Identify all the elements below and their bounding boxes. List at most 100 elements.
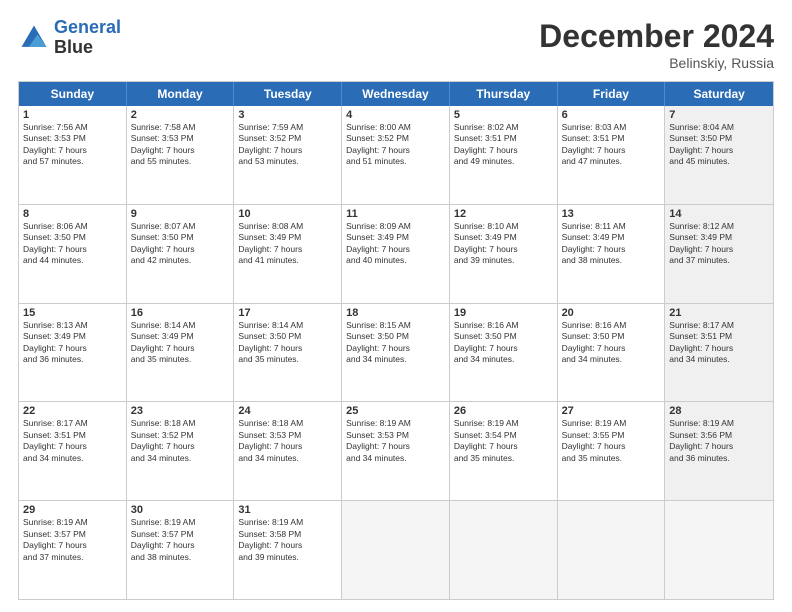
cal-cell: 26Sunrise: 8:19 AM Sunset: 3:54 PM Dayli…: [450, 402, 558, 500]
cal-cell: 11Sunrise: 8:09 AM Sunset: 3:49 PM Dayli…: [342, 205, 450, 303]
cal-cell: 10Sunrise: 8:08 AM Sunset: 3:49 PM Dayli…: [234, 205, 342, 303]
cell-info: Sunrise: 8:02 AM Sunset: 3:51 PM Dayligh…: [454, 122, 553, 168]
day-number: 6: [562, 109, 661, 121]
cell-info: Sunrise: 8:09 AM Sunset: 3:49 PM Dayligh…: [346, 221, 445, 267]
cell-info: Sunrise: 8:19 AM Sunset: 3:56 PM Dayligh…: [669, 418, 769, 464]
calendar-body: 1Sunrise: 7:56 AM Sunset: 3:53 PM Daylig…: [19, 106, 773, 599]
cal-cell: 17Sunrise: 8:14 AM Sunset: 3:50 PM Dayli…: [234, 304, 342, 402]
page: General Blue December 2024 Belinskiy, Ru…: [0, 0, 792, 612]
cell-info: Sunrise: 8:06 AM Sunset: 3:50 PM Dayligh…: [23, 221, 122, 267]
header-day-friday: Friday: [558, 82, 666, 106]
cell-info: Sunrise: 7:58 AM Sunset: 3:53 PM Dayligh…: [131, 122, 230, 168]
week-row-2: 8Sunrise: 8:06 AM Sunset: 3:50 PM Daylig…: [19, 205, 773, 304]
day-number: 23: [131, 405, 230, 417]
cell-info: Sunrise: 8:14 AM Sunset: 3:49 PM Dayligh…: [131, 320, 230, 366]
day-number: 3: [238, 109, 337, 121]
day-number: 15: [23, 307, 122, 319]
cell-info: Sunrise: 7:59 AM Sunset: 3:52 PM Dayligh…: [238, 122, 337, 168]
cal-cell: 5Sunrise: 8:02 AM Sunset: 3:51 PM Daylig…: [450, 106, 558, 204]
header-day-sunday: Sunday: [19, 82, 127, 106]
day-number: 22: [23, 405, 122, 417]
cal-cell: 23Sunrise: 8:18 AM Sunset: 3:52 PM Dayli…: [127, 402, 235, 500]
week-row-1: 1Sunrise: 7:56 AM Sunset: 3:53 PM Daylig…: [19, 106, 773, 205]
day-number: 29: [23, 504, 122, 516]
week-row-5: 29Sunrise: 8:19 AM Sunset: 3:57 PM Dayli…: [19, 501, 773, 599]
cal-cell: 29Sunrise: 8:19 AM Sunset: 3:57 PM Dayli…: [19, 501, 127, 599]
cell-info: Sunrise: 8:17 AM Sunset: 3:51 PM Dayligh…: [669, 320, 769, 366]
cell-info: Sunrise: 8:12 AM Sunset: 3:49 PM Dayligh…: [669, 221, 769, 267]
header-day-thursday: Thursday: [450, 82, 558, 106]
cal-cell: 2Sunrise: 7:58 AM Sunset: 3:53 PM Daylig…: [127, 106, 235, 204]
subtitle: Belinskiy, Russia: [539, 55, 774, 71]
cell-info: Sunrise: 8:14 AM Sunset: 3:50 PM Dayligh…: [238, 320, 337, 366]
cell-info: Sunrise: 7:56 AM Sunset: 3:53 PM Dayligh…: [23, 122, 122, 168]
day-number: 31: [238, 504, 337, 516]
cal-cell: 8Sunrise: 8:06 AM Sunset: 3:50 PM Daylig…: [19, 205, 127, 303]
cal-cell: 16Sunrise: 8:14 AM Sunset: 3:49 PM Dayli…: [127, 304, 235, 402]
cell-info: Sunrise: 8:18 AM Sunset: 3:53 PM Dayligh…: [238, 418, 337, 464]
day-number: 16: [131, 307, 230, 319]
cal-cell: 6Sunrise: 8:03 AM Sunset: 3:51 PM Daylig…: [558, 106, 666, 204]
day-number: 18: [346, 307, 445, 319]
cal-cell: 12Sunrise: 8:10 AM Sunset: 3:49 PM Dayli…: [450, 205, 558, 303]
day-number: 19: [454, 307, 553, 319]
day-number: 5: [454, 109, 553, 121]
header-day-tuesday: Tuesday: [234, 82, 342, 106]
calendar-header: SundayMondayTuesdayWednesdayThursdayFrid…: [19, 82, 773, 106]
cell-info: Sunrise: 8:10 AM Sunset: 3:49 PM Dayligh…: [454, 221, 553, 267]
logo-text: General Blue: [54, 18, 121, 58]
cell-info: Sunrise: 8:18 AM Sunset: 3:52 PM Dayligh…: [131, 418, 230, 464]
day-number: 28: [669, 405, 769, 417]
day-number: 21: [669, 307, 769, 319]
day-number: 2: [131, 109, 230, 121]
day-number: 20: [562, 307, 661, 319]
day-number: 11: [346, 208, 445, 220]
cal-cell: [450, 501, 558, 599]
day-number: 30: [131, 504, 230, 516]
cal-cell: 15Sunrise: 8:13 AM Sunset: 3:49 PM Dayli…: [19, 304, 127, 402]
day-number: 17: [238, 307, 337, 319]
cell-info: Sunrise: 8:11 AM Sunset: 3:49 PM Dayligh…: [562, 221, 661, 267]
day-number: 4: [346, 109, 445, 121]
day-number: 8: [23, 208, 122, 220]
cell-info: Sunrise: 8:15 AM Sunset: 3:50 PM Dayligh…: [346, 320, 445, 366]
day-number: 12: [454, 208, 553, 220]
cell-info: Sunrise: 8:19 AM Sunset: 3:54 PM Dayligh…: [454, 418, 553, 464]
cell-info: Sunrise: 8:19 AM Sunset: 3:55 PM Dayligh…: [562, 418, 661, 464]
cal-cell: 14Sunrise: 8:12 AM Sunset: 3:49 PM Dayli…: [665, 205, 773, 303]
day-number: 7: [669, 109, 769, 121]
day-number: 27: [562, 405, 661, 417]
cal-cell: 31Sunrise: 8:19 AM Sunset: 3:58 PM Dayli…: [234, 501, 342, 599]
day-number: 1: [23, 109, 122, 121]
cal-cell: 19Sunrise: 8:16 AM Sunset: 3:50 PM Dayli…: [450, 304, 558, 402]
cal-cell: [342, 501, 450, 599]
cal-cell: 20Sunrise: 8:16 AM Sunset: 3:50 PM Dayli…: [558, 304, 666, 402]
cal-cell: 21Sunrise: 8:17 AM Sunset: 3:51 PM Dayli…: [665, 304, 773, 402]
cal-cell: 1Sunrise: 7:56 AM Sunset: 3:53 PM Daylig…: [19, 106, 127, 204]
cell-info: Sunrise: 8:19 AM Sunset: 3:57 PM Dayligh…: [23, 517, 122, 563]
month-title: December 2024: [539, 18, 774, 55]
cell-info: Sunrise: 8:04 AM Sunset: 3:50 PM Dayligh…: [669, 122, 769, 168]
header-day-saturday: Saturday: [665, 82, 773, 106]
cell-info: Sunrise: 8:16 AM Sunset: 3:50 PM Dayligh…: [562, 320, 661, 366]
cell-info: Sunrise: 8:03 AM Sunset: 3:51 PM Dayligh…: [562, 122, 661, 168]
cell-info: Sunrise: 8:08 AM Sunset: 3:49 PM Dayligh…: [238, 221, 337, 267]
cal-cell: 3Sunrise: 7:59 AM Sunset: 3:52 PM Daylig…: [234, 106, 342, 204]
cell-info: Sunrise: 8:19 AM Sunset: 3:53 PM Dayligh…: [346, 418, 445, 464]
cal-cell: 4Sunrise: 8:00 AM Sunset: 3:52 PM Daylig…: [342, 106, 450, 204]
cal-cell: 9Sunrise: 8:07 AM Sunset: 3:50 PM Daylig…: [127, 205, 235, 303]
logo: General Blue: [18, 18, 121, 58]
header: General Blue December 2024 Belinskiy, Ru…: [18, 18, 774, 71]
cal-cell: 30Sunrise: 8:19 AM Sunset: 3:57 PM Dayli…: [127, 501, 235, 599]
cell-info: Sunrise: 8:07 AM Sunset: 3:50 PM Dayligh…: [131, 221, 230, 267]
cal-cell: [665, 501, 773, 599]
cal-cell: 22Sunrise: 8:17 AM Sunset: 3:51 PM Dayli…: [19, 402, 127, 500]
day-number: 25: [346, 405, 445, 417]
title-block: December 2024 Belinskiy, Russia: [539, 18, 774, 71]
calendar: SundayMondayTuesdayWednesdayThursdayFrid…: [18, 81, 774, 600]
week-row-3: 15Sunrise: 8:13 AM Sunset: 3:49 PM Dayli…: [19, 304, 773, 403]
logo-icon: [18, 22, 50, 54]
cal-cell: 28Sunrise: 8:19 AM Sunset: 3:56 PM Dayli…: [665, 402, 773, 500]
cell-info: Sunrise: 8:17 AM Sunset: 3:51 PM Dayligh…: [23, 418, 122, 464]
cal-cell: 18Sunrise: 8:15 AM Sunset: 3:50 PM Dayli…: [342, 304, 450, 402]
